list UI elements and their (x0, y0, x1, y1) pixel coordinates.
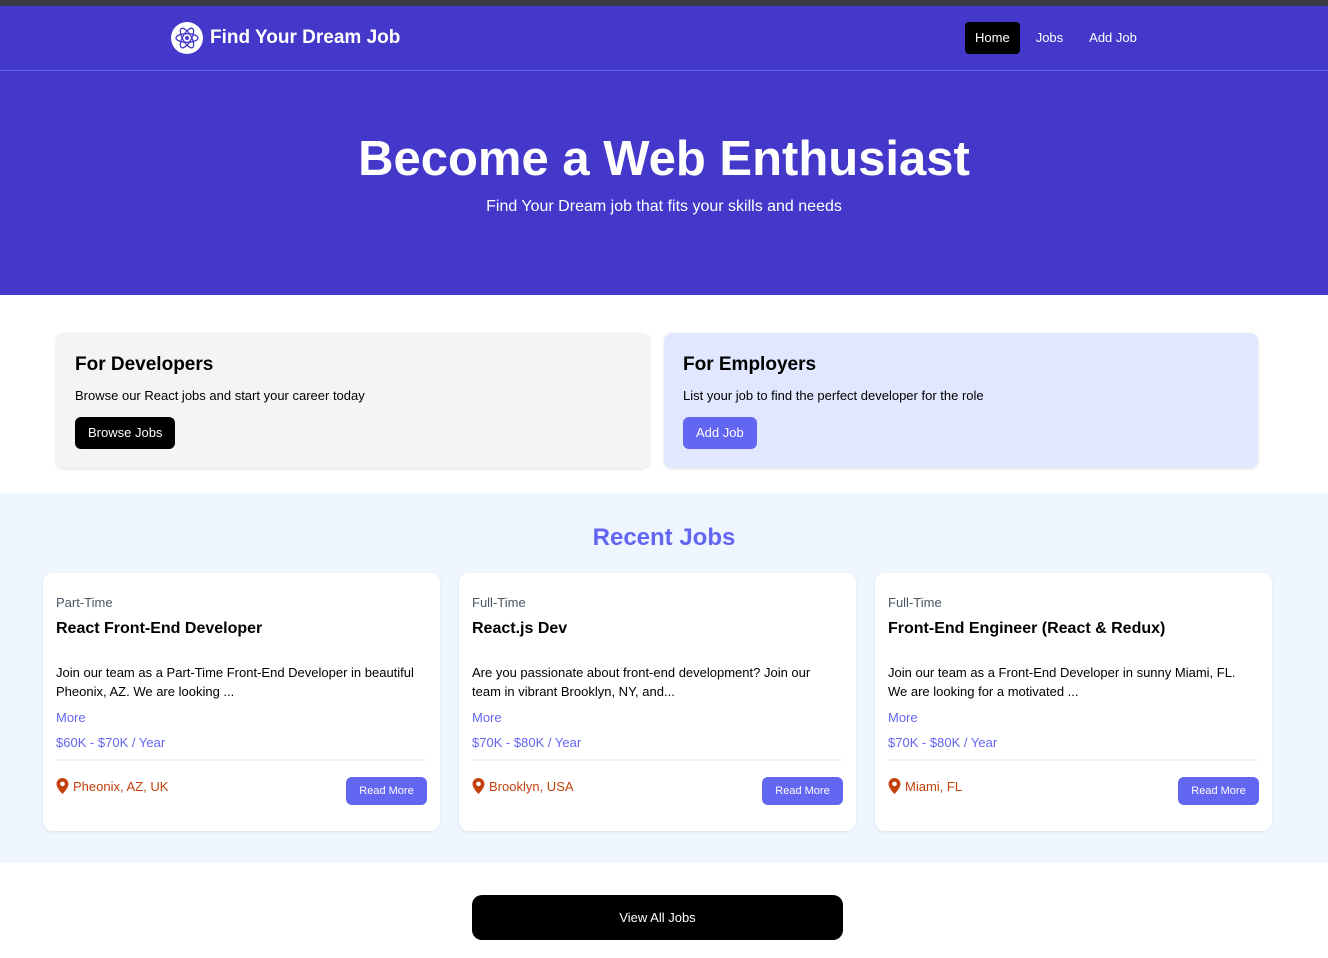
job-location-text: Brooklyn, USA (489, 778, 574, 794)
job-salary: $70K - $80K / Year (888, 735, 998, 750)
recent-jobs-title: Recent Jobs (592, 524, 736, 551)
developers-card-title: For Developers (75, 354, 214, 375)
map-marker-icon (472, 778, 485, 794)
read-more-button[interactable]: Read More (1178, 777, 1259, 805)
map-marker-icon (888, 778, 901, 794)
job-description: Join our team as a Part-Time Front-End D… (56, 665, 414, 699)
job-location: Miami, FL (888, 778, 962, 794)
employers-card-text: List your job to find the perfect develo… (683, 388, 984, 403)
hero-title: Become a Web Enthusiast (358, 132, 970, 186)
more-link[interactable]: More (888, 710, 918, 725)
divider (56, 759, 427, 761)
job-title: Front-End Engineer (React & Redux) (888, 620, 1166, 637)
job-type: Part-Time (56, 595, 113, 610)
recent-jobs-section: Recent Jobs Part-Time React Front-End De… (0, 493, 1328, 863)
job-card: Full-Time React.js Dev Are you passionat… (459, 573, 856, 831)
job-type: Full-Time (888, 595, 942, 610)
job-type: Full-Time (472, 595, 526, 610)
job-title: React.js Dev (472, 620, 568, 637)
developers-card-text: Browse our React jobs and start your car… (75, 388, 365, 403)
nav-link-home[interactable]: Home (965, 22, 1020, 54)
job-salary: $70K - $80K / Year (472, 735, 582, 750)
read-more-button[interactable]: Read More (346, 777, 427, 805)
job-title: React Front-End Developer (56, 620, 263, 637)
nav-links: Home Jobs Add Job (965, 22, 1153, 54)
map-marker-icon (56, 778, 69, 794)
react-atom-icon (171, 22, 203, 54)
job-location: Brooklyn, USA (472, 778, 574, 794)
employers-card-title: For Employers (683, 354, 817, 375)
add-job-button[interactable]: Add Job (683, 417, 757, 449)
hero: Become a Web Enthusiast Find Your Dream … (0, 71, 1328, 295)
audience-cards: For Developers Browse our React jobs and… (0, 295, 1328, 493)
nav-link-jobs[interactable]: Jobs (1026, 22, 1073, 54)
more-link[interactable]: More (472, 710, 502, 725)
job-location: Pheonix, AZ, UK (56, 778, 168, 794)
job-salary: $60K - $70K / Year (56, 735, 166, 750)
read-more-button[interactable]: Read More (762, 777, 843, 805)
more-link[interactable]: More (56, 710, 86, 725)
job-description: Are you passionate about front-end devel… (472, 665, 811, 699)
divider (888, 759, 1259, 761)
job-card: Full-Time Front-End Engineer (React & Re… (875, 573, 1272, 831)
divider (472, 759, 843, 761)
nav-link-add-job[interactable]: Add Job (1079, 22, 1147, 54)
job-card: Part-Time React Front-End Developer Join… (43, 573, 440, 831)
navbar: Find Your Dream Job Home Jobs Add Job (0, 6, 1328, 71)
brand-name: Find Your Dream Job (210, 27, 401, 48)
view-all-jobs-button[interactable]: View All Jobs (472, 895, 843, 940)
brand[interactable]: Find Your Dream Job (171, 22, 400, 54)
employers-card: For Employers List your job to find the … (664, 333, 1258, 468)
browse-jobs-button[interactable]: Browse Jobs (75, 417, 176, 449)
job-description: Join our team as a Front-End Developer i… (888, 665, 1236, 699)
job-location-text: Pheonix, AZ, UK (73, 778, 169, 794)
developers-card: For Developers Browse our React jobs and… (56, 333, 650, 468)
job-location-text: Miami, FL (905, 778, 963, 794)
hero-subtitle: Find Your Dream job that fits your skill… (486, 198, 842, 215)
